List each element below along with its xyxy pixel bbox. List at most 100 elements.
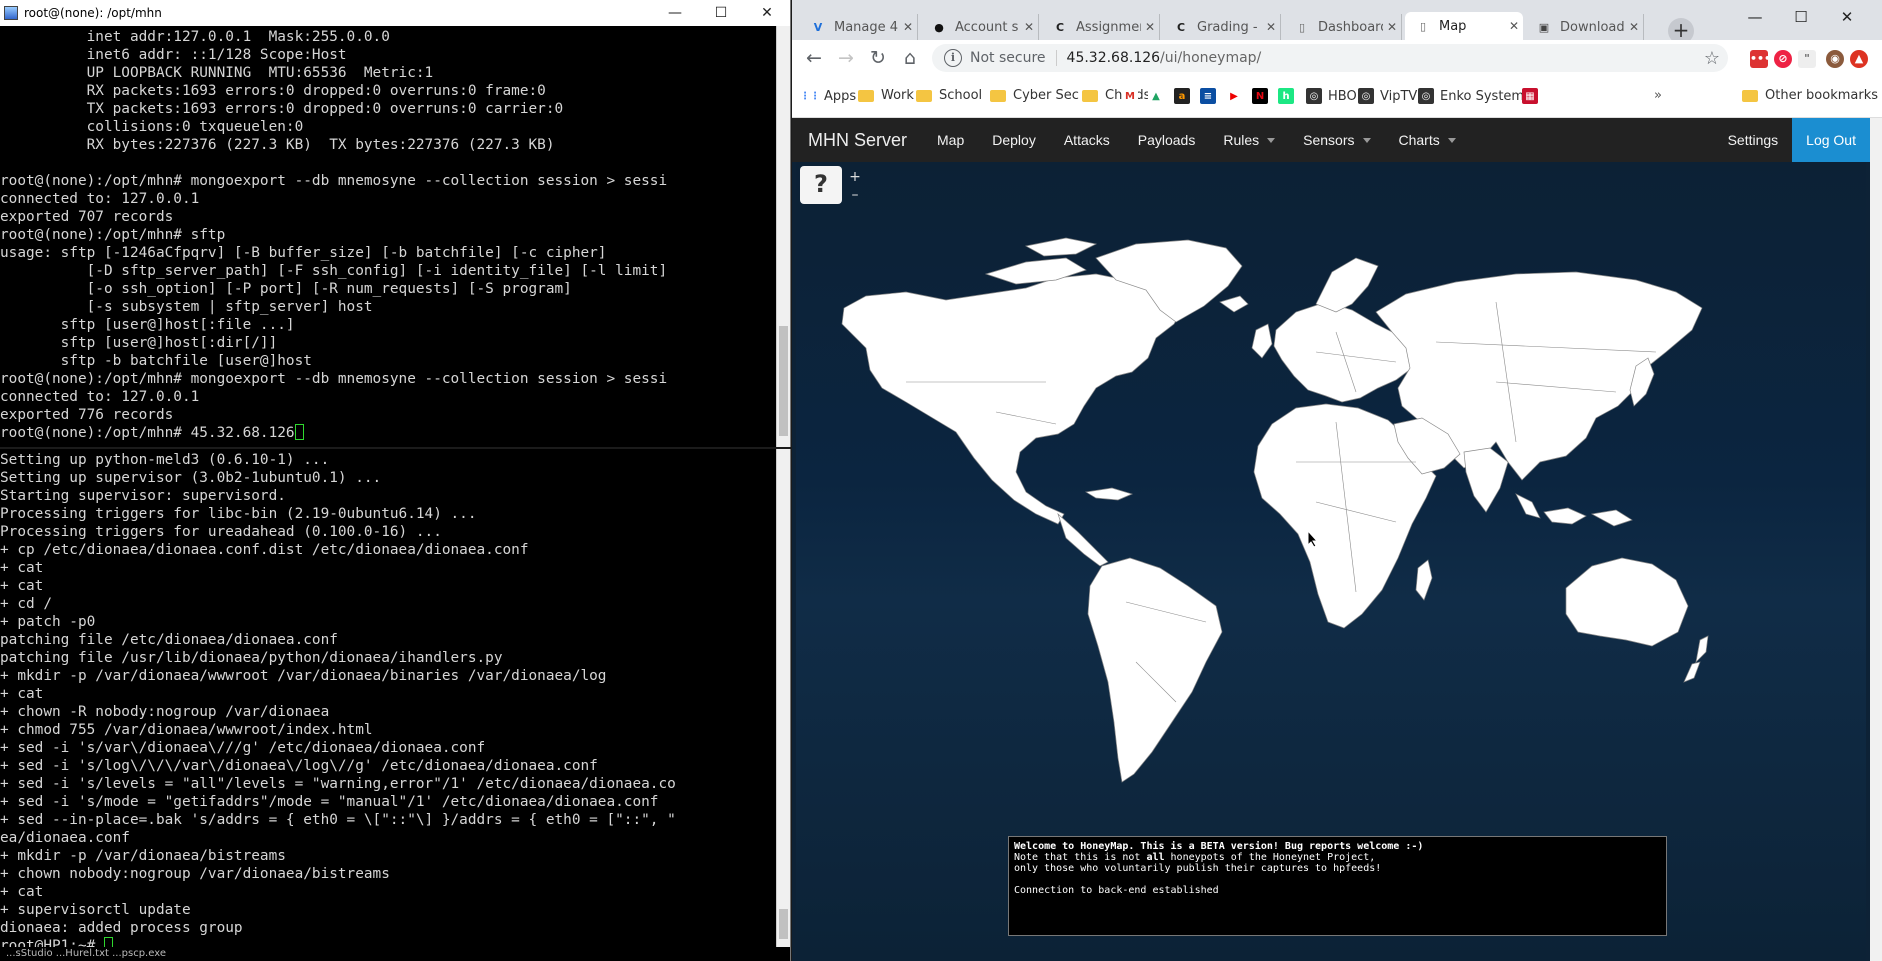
terminal-line: exported 707 records bbox=[0, 209, 174, 225]
zoom-out-button[interactable]: – bbox=[848, 188, 862, 202]
tab-assignmen[interactable]: C Assignmen ✕ bbox=[1042, 14, 1160, 40]
terminal-line: UP LOOPBACK RUNNING MTU:65536 Metric:1 bbox=[0, 65, 434, 81]
logout-button[interactable]: Log Out bbox=[1792, 118, 1870, 162]
minimize-button[interactable]: — bbox=[1732, 0, 1778, 34]
folder-icon bbox=[858, 89, 874, 102]
update-icon[interactable]: ▲ bbox=[1850, 50, 1868, 68]
other-bookmarks[interactable]: Other bookmarks bbox=[1742, 88, 1878, 103]
tab-close-icon[interactable]: ✕ bbox=[1505, 19, 1523, 33]
nav-charts[interactable]: Charts bbox=[1385, 118, 1470, 162]
nav-rules[interactable]: Rules bbox=[1209, 118, 1289, 162]
close-button[interactable]: ✕ bbox=[1824, 0, 1870, 34]
bookmark-star-icon[interactable]: ☆ bbox=[1704, 48, 1720, 69]
bookmark-gmail[interactable]: M bbox=[1122, 88, 1144, 104]
github-icon: ● bbox=[934, 20, 944, 34]
tab-download[interactable]: ▣ Download ✕ bbox=[1526, 14, 1644, 40]
central-america bbox=[1057, 487, 1134, 567]
honeymap-console: Welcome to HoneyMap. This is a BETA vers… bbox=[1008, 836, 1667, 936]
bookmark-cyber-sec[interactable]: Cyber Sec bbox=[990, 88, 1079, 103]
bookmark-amazon[interactable]: a bbox=[1174, 88, 1196, 104]
bookmark-hbo[interactable]: ◎ HBO bbox=[1306, 88, 1357, 104]
forward-button[interactable]: → bbox=[830, 42, 862, 74]
bookmark-label: Cyber Sec bbox=[1013, 88, 1079, 103]
maximize-button[interactable]: ☐ bbox=[1778, 0, 1824, 34]
extension-icon[interactable]: " bbox=[1798, 50, 1816, 68]
home-button[interactable]: ⌂ bbox=[894, 42, 926, 74]
bookmark-work[interactable]: Work bbox=[858, 88, 914, 103]
terminal-scrollbar[interactable] bbox=[776, 449, 790, 947]
terminal-line: inet addr:127.0.0.1 Mask:255.0.0.0 bbox=[0, 29, 390, 45]
terminal-output[interactable]: inet addr:127.0.0.1 Mask:255.0.0.0 inet6… bbox=[0, 28, 776, 447]
tab-dashboard[interactable]: ▯ Dashboard ✕ bbox=[1284, 14, 1402, 40]
bookmark-hulu[interactable]: h bbox=[1278, 88, 1300, 104]
scrollbar-thumb[interactable] bbox=[779, 326, 788, 436]
tab-strip: V Manage 4 ✕ ● Account s ✕ C Assignmen ✕ C Grading… bbox=[792, 0, 1882, 44]
bookmark-shop[interactable]: ▦ bbox=[1522, 88, 1544, 104]
prompt-text: root@(none):/opt/mhn# 45.32.68.126 bbox=[0, 425, 295, 441]
drive-icon: ▲ bbox=[1148, 88, 1164, 104]
tab-close-icon[interactable]: ✕ bbox=[1262, 20, 1280, 34]
terminal-line: collisions:0 txqueuelen:0 bbox=[0, 119, 304, 135]
terminal-line: connected to: 127.0.0.1 bbox=[0, 191, 200, 207]
terminal-titlebar[interactable]: root@(none): /opt/mhn — ☐ ✕ bbox=[0, 0, 790, 26]
caret-down-icon bbox=[1447, 137, 1456, 143]
settings-link[interactable]: Settings bbox=[1714, 118, 1793, 162]
tab-grading--[interactable]: C Grading - ✕ bbox=[1163, 14, 1281, 40]
scrollbar-thumb[interactable] bbox=[779, 909, 788, 939]
nav-payloads[interactable]: Payloads bbox=[1124, 118, 1210, 162]
nav-map[interactable]: Map bbox=[923, 118, 978, 162]
address-bar[interactable]: i Not secure 45.32.68.126 /ui/honeymap/ … bbox=[932, 44, 1728, 72]
back-button[interactable]: ← bbox=[798, 42, 830, 74]
profile-avatar[interactable]: ◉ bbox=[1826, 50, 1844, 68]
bookmark-drive[interactable]: ▲ bbox=[1148, 88, 1170, 104]
tab-close-icon[interactable]: ✕ bbox=[899, 20, 917, 34]
bookmark-bank[interactable]: ≡ bbox=[1200, 88, 1222, 104]
page-scrollbar[interactable] bbox=[1870, 118, 1882, 961]
terminal-line: + cd / bbox=[0, 596, 52, 612]
bookmark-netflix[interactable]: N bbox=[1252, 88, 1274, 104]
nav-deploy[interactable]: Deploy bbox=[978, 118, 1050, 162]
terminal-line: ea/dionaea.conf bbox=[0, 830, 130, 846]
bookmark-viptv[interactable]: ◎ VipTV bbox=[1358, 88, 1417, 104]
extension-lastpass-icon[interactable]: ••• bbox=[1750, 50, 1771, 68]
terminal-cursor bbox=[294, 424, 304, 440]
info-icon[interactable]: i bbox=[944, 49, 962, 67]
bookmark-school[interactable]: School bbox=[916, 88, 982, 103]
terminal-output[interactable]: Setting up python-meld3 (0.6.10-1) ... Se… bbox=[0, 451, 776, 947]
tab-close-icon[interactable]: ✕ bbox=[1141, 20, 1159, 34]
nav-attacks[interactable]: Attacks bbox=[1050, 118, 1124, 162]
terminal-prompt[interactable]: root@(none):/opt/mhn# 45.32.68.126 bbox=[0, 424, 776, 442]
brand-title[interactable]: MHN Server bbox=[792, 130, 923, 151]
help-button[interactable]: ? bbox=[800, 166, 842, 204]
extension-adblock-icon[interactable]: ⊘ bbox=[1774, 50, 1792, 68]
bookmarks-overflow[interactable]: » bbox=[1654, 88, 1662, 103]
terminal-scrollbar[interactable] bbox=[776, 26, 790, 447]
bookmark-apps[interactable]: ⋮⋮ Apps bbox=[800, 88, 856, 104]
bookmark-label: Work bbox=[881, 88, 914, 103]
terminal-window-top[interactable]: root@(none): /opt/mhn — ☐ ✕ inet addr:12… bbox=[0, 0, 791, 447]
close-button[interactable]: ✕ bbox=[744, 0, 790, 26]
tab-close-icon[interactable]: ✕ bbox=[1383, 20, 1401, 34]
tab-manage-4[interactable]: V Manage 4 ✕ bbox=[800, 14, 918, 40]
honeymap[interactable]: ? + – Welcome to HoneyMap. This is a BET… bbox=[796, 162, 1866, 961]
tab-close-icon[interactable]: ✕ bbox=[1020, 20, 1038, 34]
terminal-window-bottom[interactable]: Setting up python-meld3 (0.6.10-1) ... Se… bbox=[0, 449, 791, 961]
maximize-button[interactable]: ☐ bbox=[698, 0, 744, 26]
terminal-line: patching file /usr/lib/dionaea/python/di… bbox=[0, 650, 503, 666]
tab-close-icon[interactable]: ✕ bbox=[1625, 20, 1643, 34]
minimize-button[interactable]: — bbox=[652, 0, 698, 26]
tab-account-s[interactable]: ● Account s ✕ bbox=[921, 14, 1039, 40]
terminal-prompt[interactable]: root@HP1:~# bbox=[0, 937, 776, 947]
tab-map[interactable]: ▯ Map ✕ bbox=[1405, 12, 1523, 40]
folder-icon bbox=[1082, 89, 1098, 102]
terminal-line: sftp [user@]host[:dir[/]] bbox=[0, 335, 278, 351]
bookmark-enko-systems[interactable]: ◎ Enko Systems bbox=[1418, 88, 1531, 104]
bookmark-youtube[interactable]: ▶ bbox=[1226, 88, 1248, 104]
nav-label: Sensors bbox=[1303, 132, 1355, 148]
zoom-in-button[interactable]: + bbox=[848, 170, 862, 184]
nav-label: Payloads bbox=[1137, 132, 1196, 148]
nav-sensors[interactable]: Sensors bbox=[1289, 118, 1384, 162]
reload-button[interactable]: ↻ bbox=[862, 42, 894, 74]
terminal-line: sftp [user@]host[:file ...] bbox=[0, 317, 295, 333]
canvas-icon: C bbox=[1055, 20, 1065, 34]
